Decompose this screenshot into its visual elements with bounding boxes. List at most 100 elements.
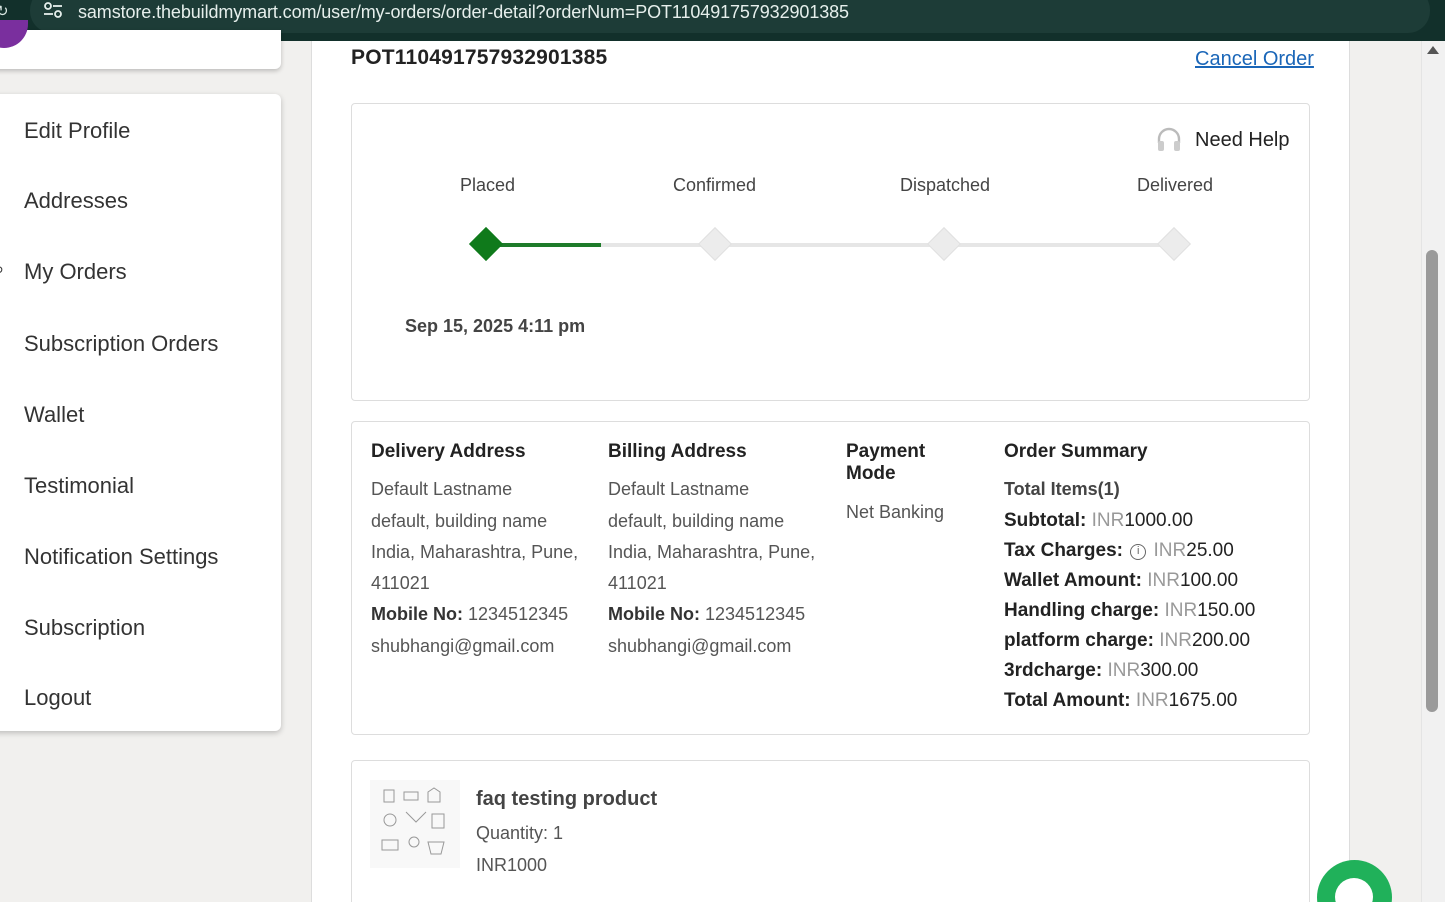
wallet-icon: ○ <box>0 404 4 424</box>
summary-row-3rdcharge: 3rdcharge: INR300.00 <box>1004 660 1198 682</box>
url-bar[interactable]: samstore.thebuildmymart.com/user/my-orde… <box>30 0 1430 33</box>
bag-icon: ▯ <box>0 333 4 353</box>
product-image[interactable] <box>370 780 460 868</box>
currency: INR <box>1164 600 1198 621</box>
currency: INR <box>1153 540 1187 561</box>
product-price: INR1000 <box>476 855 548 875</box>
summary-value: 25.00 <box>1186 540 1234 561</box>
testimonial-icon: ▯ <box>0 475 4 495</box>
site-settings-icon[interactable] <box>43 2 63 18</box>
summary-row-platform: platform charge: INR200.00 <box>1004 630 1250 652</box>
sidebar-item-subscription-orders[interactable]: ▯ Subscription Orders <box>0 323 281 363</box>
headphones-icon <box>1157 127 1181 151</box>
delivery-name: Default Lastname <box>371 479 513 499</box>
order-number: POT110491757932901385 <box>351 46 608 69</box>
currency: INR <box>1159 630 1192 651</box>
product-name[interactable]: faq testing product <box>476 788 657 811</box>
scrollbar-thumb[interactable] <box>1426 250 1438 712</box>
sidebar-item-testimonial[interactable]: ▯ Testimonial <box>0 465 281 505</box>
sidebar-item-notification-settings[interactable]: Notification Settings <box>0 536 281 576</box>
sidebar-item-label: Subscription Orders <box>24 331 219 356</box>
summary-value: 1000.00 <box>1124 510 1194 531</box>
currency: INR <box>1135 690 1169 711</box>
billing-mobile: Mobile No: 1234512345 <box>608 604 805 625</box>
sidebar-item-wallet[interactable]: ○ Wallet <box>0 394 281 434</box>
logout-icon: ∙ <box>0 687 4 707</box>
sidebar-item-label: Wallet <box>24 402 85 427</box>
summary-value: 150.00 <box>1197 600 1256 621</box>
summary-row-total: Total Amount: INR1675.00 <box>1004 690 1237 712</box>
summary-row-tax: Tax Charges: i INR25.00 <box>1004 540 1234 562</box>
info-icon[interactable]: i <box>1130 544 1147 560</box>
step-label-confirmed: Confirmed <box>673 175 757 195</box>
reload-icon[interactable]: ↻ <box>0 2 9 20</box>
delivery-email: shubhangi@gmail.com <box>371 636 555 656</box>
order-summary-title: Order Summary <box>1004 441 1148 462</box>
payment-title-line2: Mode <box>846 463 896 484</box>
sidebar-item-label: Testimonial <box>24 473 135 498</box>
step-label-dispatched: Dispatched <box>900 175 991 195</box>
payment-title-line1: Payment <box>846 441 926 462</box>
payment-mode-title: Payment Mode <box>846 441 925 485</box>
mobile-value: 1234512345 <box>705 604 806 624</box>
sidebar-item-addresses[interactable]: ○ Addresses <box>0 180 281 220</box>
subscription-icon: ▯ <box>0 617 4 637</box>
need-help-label: Need Help <box>1195 129 1290 151</box>
delivery-line1: default, building name <box>371 511 548 531</box>
sidebar-item-label: My Orders <box>24 259 127 284</box>
summary-row-handling: Handling charge: INR150.00 <box>1004 600 1255 622</box>
payment-mode-value: Net Banking <box>846 502 945 522</box>
billing-email: shubhangi@gmail.com <box>608 636 792 656</box>
account-menu: ▯ Edit Profile ○ Addresses ⊃ My Orders ▯… <box>0 94 281 731</box>
mobile-label: Mobile No: <box>371 604 463 624</box>
delivery-mobile: Mobile No: 1234512345 <box>371 604 568 625</box>
billing-line2: India, Maharashtra, Pune, <box>608 542 816 562</box>
billing-address-title: Billing Address <box>608 441 747 462</box>
summary-label: 3rdcharge: <box>1004 660 1103 681</box>
billing-name: Default Lastname <box>608 479 750 499</box>
sidebar-item-subscription[interactable]: ▯ Subscription <box>0 607 281 647</box>
sidebar-item-label: Edit Profile <box>24 118 131 143</box>
mobile-label: Mobile No: <box>608 604 700 624</box>
location-icon: ○ <box>0 190 4 210</box>
summary-label: Tax Charges: <box>1004 540 1123 561</box>
currency: INR <box>1147 570 1180 591</box>
billing-line1: default, building name <box>608 511 785 531</box>
summary-row-subtotal: Subtotal: INR1000.00 <box>1004 510 1193 532</box>
url-text[interactable]: samstore.thebuildmymart.com/user/my-orde… <box>78 2 849 23</box>
sidebar-item-label: Logout <box>24 685 92 710</box>
summary-row-wallet: Wallet Amount: INR100.00 <box>1004 570 1238 592</box>
mobile-value: 1234512345 <box>468 604 569 624</box>
currency: INR <box>1091 510 1125 531</box>
sidebar-item-label: Subscription <box>24 615 146 640</box>
sidebar-item-edit-profile[interactable]: ▯ Edit Profile <box>0 110 281 150</box>
product-quantity: Quantity: 1 <box>476 823 564 843</box>
summary-label: platform charge: <box>1004 630 1154 651</box>
summary-value: 200.00 <box>1191 630 1251 651</box>
delivery-pin: 411021 <box>371 573 430 593</box>
step-label-delivered: Delivered <box>1137 175 1214 195</box>
summary-value: 1675.00 <box>1168 690 1238 711</box>
sidebar-item-logout[interactable]: ∙ Logout <box>0 677 281 717</box>
delivery-line2: India, Maharashtra, Pune, <box>371 542 579 562</box>
summary-value: 300.00 <box>1140 660 1199 681</box>
step-label-placed: Placed <box>460 175 516 195</box>
summary-label: Total Amount: <box>1004 690 1131 711</box>
currency: INR <box>1107 660 1141 681</box>
billing-pin: 411021 <box>608 573 667 593</box>
chat-icon <box>1335 878 1373 902</box>
summary-label: Subtotal: <box>1004 510 1087 531</box>
sidebar-item-label: Notification Settings <box>24 544 219 569</box>
summary-value: 100.00 <box>1179 570 1239 591</box>
orders-icon: ⊃ <box>0 261 4 281</box>
cancel-order-link[interactable]: Cancel Order <box>1195 48 1314 71</box>
placed-date: Sep 15, 2025 4:11 pm <box>405 316 586 336</box>
scroll-up-arrow-icon[interactable] <box>1427 46 1439 54</box>
sidebar-item-label: Addresses <box>24 188 128 213</box>
summary-label: Wallet Amount: <box>1004 570 1142 591</box>
total-items: Total Items(1) <box>1004 479 1120 499</box>
summary-label: Handling charge: <box>1004 600 1160 621</box>
user-icon: ▯ <box>0 120 4 140</box>
sidebar-item-my-orders[interactable]: ⊃ My Orders <box>0 251 281 291</box>
profile-card <box>0 30 281 69</box>
